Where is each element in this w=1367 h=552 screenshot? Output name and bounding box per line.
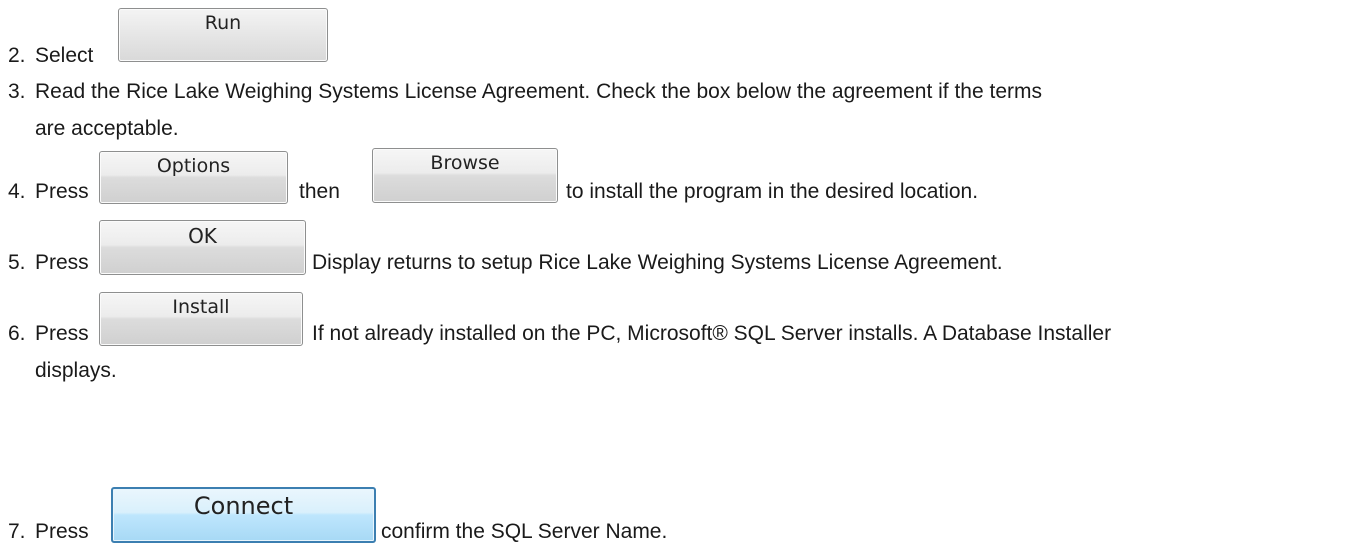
step-text: then: [299, 180, 340, 203]
step-text: to install the program in the desired lo…: [566, 180, 979, 203]
step-text: Press: [35, 520, 89, 543]
options-button-label: Options: [156, 155, 231, 177]
step-text: confirm the SQL Server Name.: [381, 520, 668, 543]
ok-button[interactable]: OK: [99, 220, 306, 275]
options-button[interactable]: Options: [99, 151, 288, 204]
browse-button-label: Browse: [430, 152, 500, 174]
connect-button[interactable]: Connect: [111, 487, 376, 543]
step-text: displays.: [35, 359, 117, 382]
step-text: are acceptable.: [35, 117, 179, 140]
step-text: Press: [35, 180, 89, 203]
ok-button-label: OK: [188, 224, 217, 248]
step-text: If not already installed on the PC, Micr…: [312, 322, 1112, 345]
step-text: Press: [35, 251, 89, 274]
step-text: Display returns to setup Rice Lake Weigh…: [312, 251, 1003, 274]
run-button-label: Run: [204, 12, 242, 34]
step-text: Press: [35, 322, 89, 345]
step-number: 2.: [8, 44, 26, 67]
step-number: 7.: [8, 520, 26, 543]
step-number: 4.: [8, 180, 26, 203]
step-number: 5.: [8, 251, 26, 274]
step-number: 3.: [8, 80, 26, 103]
install-button-label: Install: [172, 296, 230, 318]
step-number: 6.: [8, 322, 26, 345]
install-button[interactable]: Install: [99, 292, 303, 346]
step-text: Select: [35, 44, 94, 67]
browse-button[interactable]: Browse: [372, 148, 558, 203]
run-button[interactable]: Run: [118, 8, 328, 62]
connect-button-label: Connect: [193, 492, 294, 520]
step-text: Read the Rice Lake Weighing Systems Lice…: [35, 80, 1042, 103]
